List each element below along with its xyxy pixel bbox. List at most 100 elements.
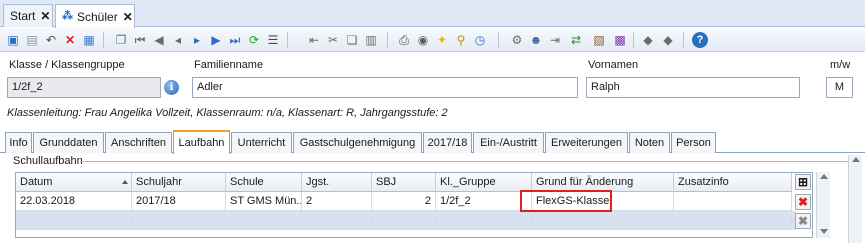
grid-scrollbar[interactable] [816, 172, 830, 238]
tab-gastschulgenehmigung[interactable]: Gastschulgenehmigung [293, 132, 422, 153]
tab-noten[interactable]: Noten [629, 132, 670, 153]
table-row[interactable]: 22.03.2018 2017/18 ST GMS Mün... 2 2 1/2… [16, 192, 796, 211]
cell-empty[interactable] [302, 211, 372, 230]
tab-laufbahn[interactable]: Laufbahn [173, 130, 230, 154]
column-header-kl-gruppe[interactable]: Kl._Gruppe [436, 173, 532, 192]
tab-grunddaten[interactable]: Grunddaten [33, 132, 104, 153]
delete-icon[interactable]: ✕ [62, 32, 78, 48]
last-icon[interactable]: ⏭ [227, 32, 243, 48]
cell-schule[interactable]: ST GMS Mün... [226, 192, 302, 211]
cell-empty[interactable] [674, 211, 792, 230]
vornamen-field[interactable]: Ralph [586, 77, 800, 98]
next-page-icon[interactable]: ▶ [208, 32, 224, 48]
settings-icon[interactable]: ⚙ [509, 32, 525, 48]
copy-doc-icon[interactable]: ❏ [344, 32, 360, 48]
copy-icon[interactable]: ❐ [113, 32, 129, 48]
clock-icon[interactable]: ◷ [472, 32, 488, 48]
tab-info[interactable]: Info [5, 132, 32, 153]
toolbar-separator [103, 32, 104, 48]
tab-erweiterungen[interactable]: Erweiterungen [545, 132, 628, 153]
cell-datum[interactable]: 22.03.2018 [16, 192, 132, 211]
tab-ein-austritt[interactable]: Ein-/Austritt [473, 132, 544, 153]
id-card-icon[interactable]: ▩ [612, 32, 628, 48]
info-icon[interactable]: i [164, 80, 179, 95]
first-icon[interactable]: ⏮ [132, 32, 148, 48]
import-icon[interactable]: ⇄ [568, 32, 584, 48]
cell-empty[interactable] [16, 211, 132, 230]
print-list-icon[interactable]: ▦ [81, 32, 97, 48]
highlight-annotation [520, 190, 612, 212]
column-header-sbj[interactable]: SBJ [372, 173, 436, 192]
delete-row-icon[interactable]: ✖ [795, 194, 811, 210]
column-chooser-icon[interactable]: ⊞ [795, 174, 811, 190]
column-header-label: Datum [20, 176, 53, 188]
toolbar-separator [498, 32, 499, 48]
column-header-datum[interactable]: Datum [16, 173, 132, 192]
cell-sbj[interactable]: 2 [372, 192, 436, 211]
tab-start-label: Start [10, 9, 36, 23]
export-icon[interactable]: ⇥ [547, 32, 563, 48]
column-header-schuljahr[interactable]: Schuljahr [132, 173, 226, 192]
table-row-new[interactable] [16, 211, 796, 230]
cell-zusatzinfo[interactable] [674, 192, 792, 211]
cell-kl-gruppe[interactable]: 1/2f_2 [436, 192, 532, 211]
undo-icon[interactable]: ↶ [43, 32, 59, 48]
scroll-down-icon[interactable] [820, 229, 828, 234]
klassen-info-line: Klassenleitung: Frau Angelika Vollzeit, … [7, 107, 448, 119]
tab-schueler[interactable]: ⁂ Schüler ✕ [55, 4, 135, 28]
klasse-label: Klasse / Klassengruppe [9, 59, 125, 71]
next-icon[interactable]: ▸ [189, 32, 205, 48]
familienname-field[interactable]: Adler [192, 77, 578, 98]
user-icon[interactable]: ☻ [528, 32, 544, 48]
cell-jgst[interactable]: 2 [302, 192, 372, 211]
scroll-up-icon[interactable] [820, 174, 828, 179]
column-header-jgst[interactable]: Jgst. [302, 173, 372, 192]
tab-unterricht[interactable]: Unterricht [231, 132, 292, 153]
cell-schuljahr[interactable]: 2017/18 [132, 192, 226, 211]
help-icon[interactable]: ? [692, 32, 708, 48]
scroll-up-icon[interactable] [852, 157, 860, 162]
preview-icon[interactable]: ◉ [415, 32, 431, 48]
cut-icon[interactable]: ✂ [325, 32, 341, 48]
klasse-field[interactable]: 1/2f_2 [7, 77, 161, 98]
close-icon[interactable]: ✕ [40, 9, 50, 23]
schueler-logo-icon: ⁂ [62, 10, 73, 22]
familienname-label: Familienname [194, 59, 264, 71]
prev-icon[interactable]: ◂ [170, 32, 186, 48]
sort-ascending-icon [122, 180, 128, 184]
arrow-left-icon[interactable]: ⇤ [306, 32, 322, 48]
column-header-schule[interactable]: Schule [226, 173, 302, 192]
mw-label: m/w [830, 59, 851, 71]
tab-start[interactable]: Start ✕ [3, 4, 53, 27]
paste-icon[interactable]: ▥ [363, 32, 379, 48]
save-icon[interactable]: ▤ [24, 32, 40, 48]
toolbar-separator [683, 32, 684, 48]
photo-icon[interactable]: ▨ [591, 32, 607, 48]
cell-empty[interactable] [226, 211, 302, 230]
group-divider [80, 161, 852, 162]
cell-empty[interactable] [532, 211, 674, 230]
printer-icon[interactable]: ⎙ [396, 32, 412, 48]
sub-tab-strip: Info Grunddaten Anschriften Laufbahn Unt… [0, 130, 865, 154]
close-icon[interactable]: ✕ [123, 10, 133, 24]
tab-2017-18[interactable]: 2017/18 [423, 132, 472, 153]
mw-field[interactable]: M [826, 77, 853, 98]
list-icon[interactable]: ☰ [265, 32, 281, 48]
cell-empty[interactable] [372, 211, 436, 230]
flag2-icon[interactable]: ◆ [660, 32, 676, 48]
tab-person[interactable]: Person [671, 132, 716, 153]
page-scrollbar[interactable] [848, 155, 862, 243]
search-icon[interactable]: ⚲ [453, 32, 469, 48]
toolbar-separator [387, 32, 388, 48]
laufbahn-grid: Datum Schuljahr Schule Jgst. SBJ Kl._Gru… [15, 172, 813, 238]
tab-anschriften[interactable]: Anschriften [105, 132, 172, 153]
cell-empty[interactable] [132, 211, 226, 230]
bulb-icon[interactable]: ✦ [434, 32, 450, 48]
new-icon[interactable]: ▣ [5, 32, 21, 48]
cell-empty[interactable] [436, 211, 532, 230]
toolbar-separator [287, 32, 288, 48]
prev-page-icon[interactable]: ◀ [151, 32, 167, 48]
refresh-icon[interactable]: ⟳ [246, 32, 262, 48]
flag-icon[interactable]: ◆ [640, 32, 656, 48]
column-header-zusatzinfo[interactable]: Zusatzinfo [674, 173, 792, 192]
